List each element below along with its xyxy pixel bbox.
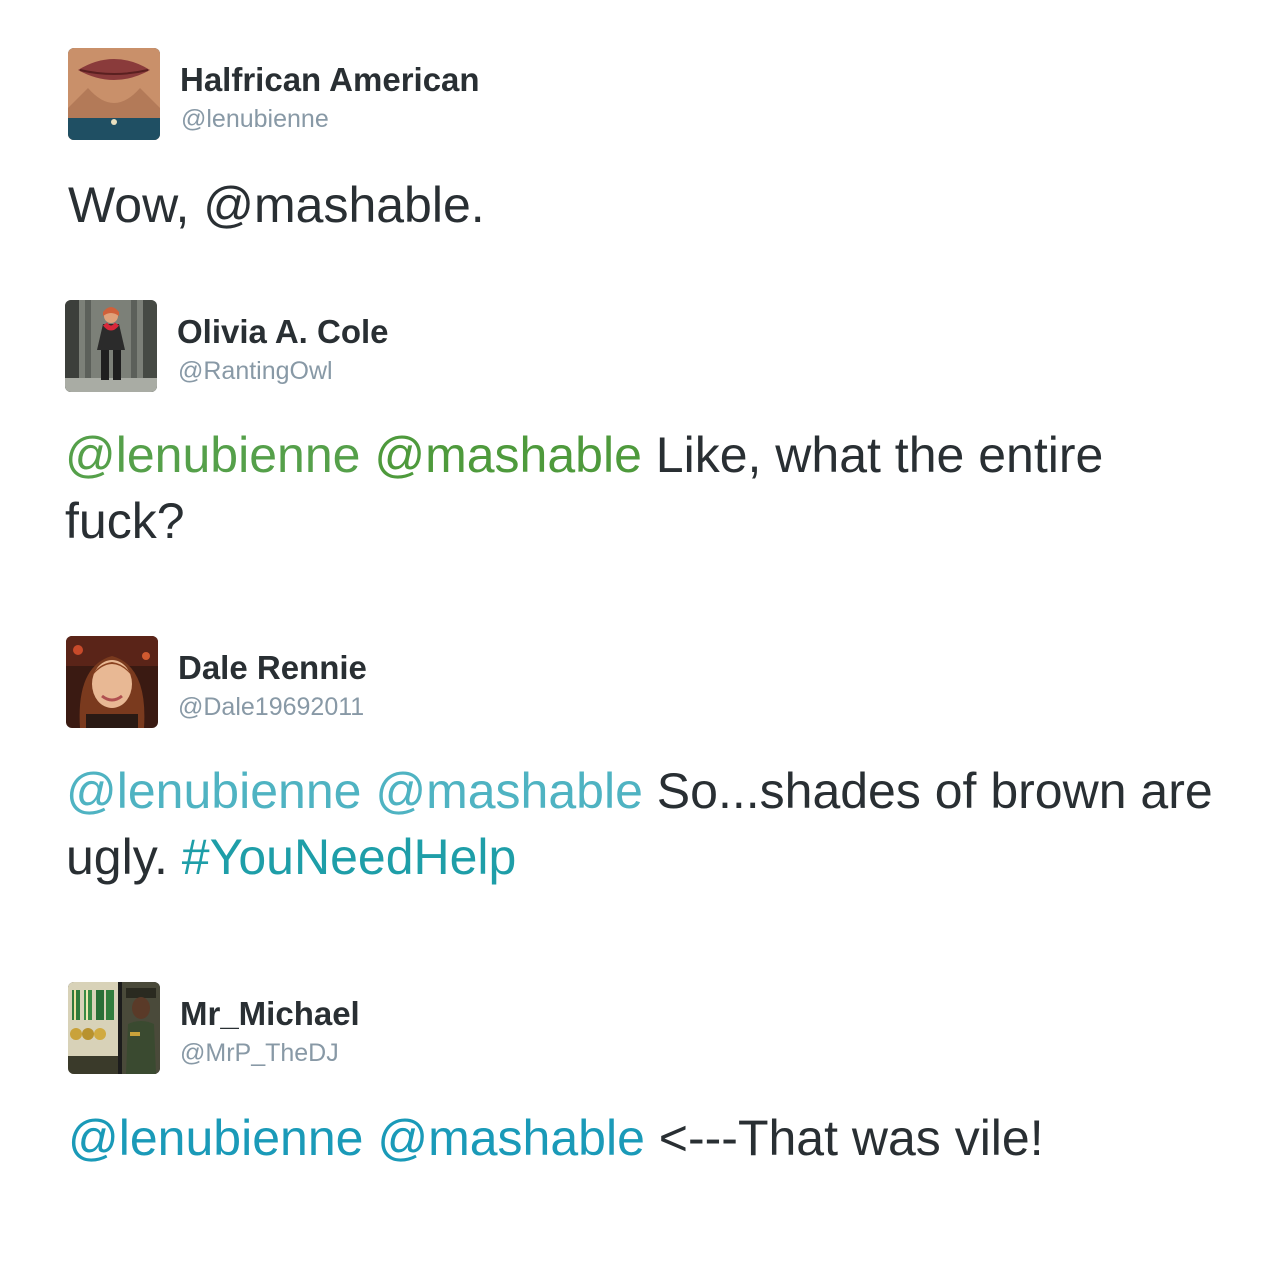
mention-link[interactable]: @lenubienne [68,1110,363,1166]
handle[interactable]: @lenubienne [181,104,329,134]
mention-link[interactable]: @lenubienne [66,763,361,819]
avatar-medals-soldier-photo-icon [68,982,160,1074]
display-name[interactable]: Halfrican American [180,60,480,100]
mention-link[interactable]: @lenubienne [65,427,360,483]
avatar[interactable] [68,48,160,140]
tweet-text-body: Wow, @mashable. [68,177,485,233]
handle[interactable]: @RantingOwl [178,356,333,386]
handle[interactable]: @Dale19692011 [178,692,364,722]
avatar[interactable] [65,300,157,392]
hashtag-link[interactable]: #YouNeedHelp [182,829,517,885]
mention-link[interactable]: @mashable [374,427,642,483]
tweet-text: @lenubienne @mashable So...shades of bro… [66,758,1226,890]
display-name[interactable]: Olivia A. Cole [177,312,389,352]
display-name[interactable]: Dale Rennie [178,648,367,688]
handle[interactable]: @MrP_TheDJ [180,1038,339,1068]
avatar-lips-photo-icon [68,48,160,140]
display-name[interactable]: Mr_Michael [180,994,360,1034]
avatar[interactable] [66,636,158,728]
tweet-text: @lenubienne @mashable Like, what the ent… [65,422,1225,554]
mention-link[interactable]: @mashable [375,763,643,819]
tweet-text: Wow, @mashable. [68,172,1228,238]
avatar-woman-standing-photo-icon [65,300,157,392]
tweet-text-body: <---That was vile! [644,1110,1044,1166]
avatar-woman-portrait-photo-icon [66,636,158,728]
avatar[interactable] [68,982,160,1074]
tweet-text: @lenubienne @mashable <---That was vile! [68,1105,1228,1171]
mention-link[interactable]: @mashable [377,1110,645,1166]
